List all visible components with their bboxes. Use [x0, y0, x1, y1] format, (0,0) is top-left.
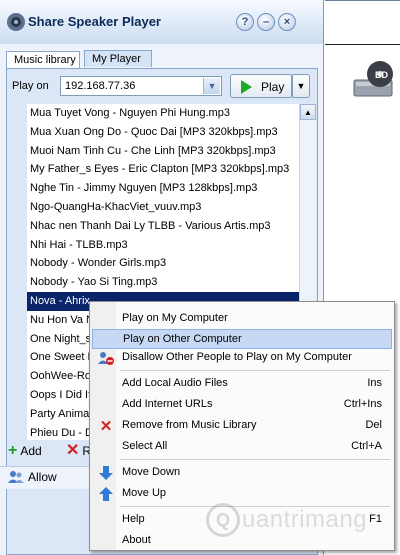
menu-item-add-local-audio-files[interactable]: Add Local Audio Files Ins	[92, 374, 392, 394]
allow-button[interactable]: Allow	[8, 470, 57, 484]
menu-item-label: Add Local Audio Files	[122, 377, 228, 389]
menu-item-select-all[interactable]: Select All Ctrl+A	[92, 437, 392, 457]
chevron-down-icon[interactable]: ▼	[203, 78, 220, 94]
list-item[interactable]: Nhi Hai - TLBB.mp3	[27, 236, 299, 255]
play-button-label: Play	[261, 80, 285, 94]
desktop-edge-divider	[325, 44, 400, 45]
menu-item-label: Move Up	[122, 487, 167, 499]
menu-item-add-internet-urls[interactable]: Add Internet URLs Ctrl+Ins	[92, 395, 392, 415]
speaker-app-icon	[7, 13, 25, 31]
remove-button[interactable]: ✕ R	[66, 442, 91, 459]
menu-item-shortcut: Ins	[367, 377, 382, 389]
list-item[interactable]: Mua Tuyet Vong - Nguyen Phi Hung.mp3	[27, 104, 299, 123]
menu-item-label: Help	[122, 513, 145, 525]
red-x-icon: ✕	[99, 417, 113, 435]
menu-item-label: Disallow Other People to Play on My Comp…	[122, 351, 352, 363]
close-button[interactable]: ×	[278, 13, 296, 31]
menu-item-disallow-other-people-to-play-on-my-computer[interactable]: Disallow Other People to Play on My Comp…	[92, 348, 392, 368]
tab-music-library[interactable]: Music library	[6, 51, 80, 69]
list-item[interactable]: Nghe Tin - Jimmy Nguyen [MP3 128kbps].mp…	[27, 179, 299, 198]
list-item[interactable]: Muoi Nam Tinh Cu - Che Linh [MP3 320kbps…	[27, 142, 299, 161]
menu-item-label: Select All	[122, 440, 168, 452]
menu-item-shortcut: Del	[365, 419, 382, 431]
list-item[interactable]: Ngo-QuangHa-KhacViet_vuuv.mp3	[27, 198, 299, 217]
users-icon	[8, 471, 24, 483]
drive-label: BD	[375, 70, 388, 80]
menu-item-shortcut: F1	[369, 513, 382, 525]
list-item[interactable]: Nobody - Wonder Girls.mp3	[27, 254, 299, 273]
play-dropdown-button[interactable]: ▼	[292, 74, 310, 98]
menu-item-play-on-my-computer[interactable]: Play on My Computer	[92, 309, 392, 329]
play-on-label: Play on	[12, 80, 49, 92]
allow-label: Allow	[28, 470, 57, 484]
watermark-text: uantrimang	[242, 506, 368, 533]
list-item[interactable]: My Father_s Eyes - Eric Clapton [MP3 320…	[27, 160, 299, 179]
bd-drive-icon[interactable]: BD	[350, 58, 396, 104]
play-button[interactable]: Play	[230, 74, 292, 98]
list-item[interactable]: Nobody - Yao Si Ting.mp3	[27, 273, 299, 292]
play-on-combobox[interactable]: 192.168.77.36 ▼	[60, 76, 222, 96]
menu-item-shortcut: Ctrl+Ins	[343, 398, 382, 410]
menu-item-move-down[interactable]: Move Down	[92, 463, 392, 483]
users-block-icon	[98, 350, 114, 366]
help-button[interactable]: ?	[236, 13, 254, 31]
menu-item-shortcut: Ctrl+A	[351, 440, 382, 452]
minimize-icon: –	[262, 16, 270, 28]
menu-item-label: About	[122, 534, 151, 546]
window-title: Share Speaker Player	[28, 14, 161, 29]
close-icon: ×	[283, 16, 291, 28]
minimize-button[interactable]: –	[257, 13, 275, 31]
title-bar[interactable]: Share Speaker Player ? – ×	[0, 0, 323, 44]
add-button-label: Add	[20, 444, 42, 458]
arrow-down-icon	[98, 465, 114, 481]
menu-item-label: Remove from Music Library	[122, 419, 257, 431]
menu-item-label: Move Down	[122, 466, 181, 478]
desktop-edge-top	[325, 0, 400, 1]
play-icon	[241, 80, 252, 94]
add-button[interactable]: + Add	[8, 442, 42, 459]
menu-separator	[120, 370, 390, 371]
menu-item-label: Add Internet URLs	[122, 398, 213, 410]
watermark-logo-icon: Q	[206, 503, 240, 537]
help-icon: ?	[241, 16, 249, 28]
watermark: Q uantrimang	[206, 503, 367, 537]
menu-item-remove-from-music-library[interactable]: ✕ Remove from Music Library Del	[92, 416, 392, 436]
tab-my-player[interactable]: My Player	[84, 50, 152, 67]
play-on-value: 192.168.77.36	[65, 80, 136, 92]
menu-item-label: Play on My Computer	[122, 312, 228, 324]
menu-item-move-up[interactable]: Move Up	[92, 484, 392, 504]
menu-item-label: Play on Other Computer	[123, 333, 242, 345]
menu-separator	[120, 459, 390, 460]
scroll-up-arrow-icon[interactable]: ▲	[300, 104, 316, 120]
list-item[interactable]: Nhac nen Thanh Dai Ly TLBB - Various Art…	[27, 217, 299, 236]
plus-icon: +	[8, 442, 18, 459]
menu-item-play-on-other-computer[interactable]: Play on Other Computer	[92, 329, 392, 349]
chevron-down-icon: ▼	[296, 81, 306, 91]
arrow-up-icon	[98, 486, 114, 502]
list-item[interactable]: Mua Xuan Ong Do - Quoc Dai [MP3 320kbps]…	[27, 123, 299, 142]
red-x-icon: ✕	[66, 442, 80, 459]
